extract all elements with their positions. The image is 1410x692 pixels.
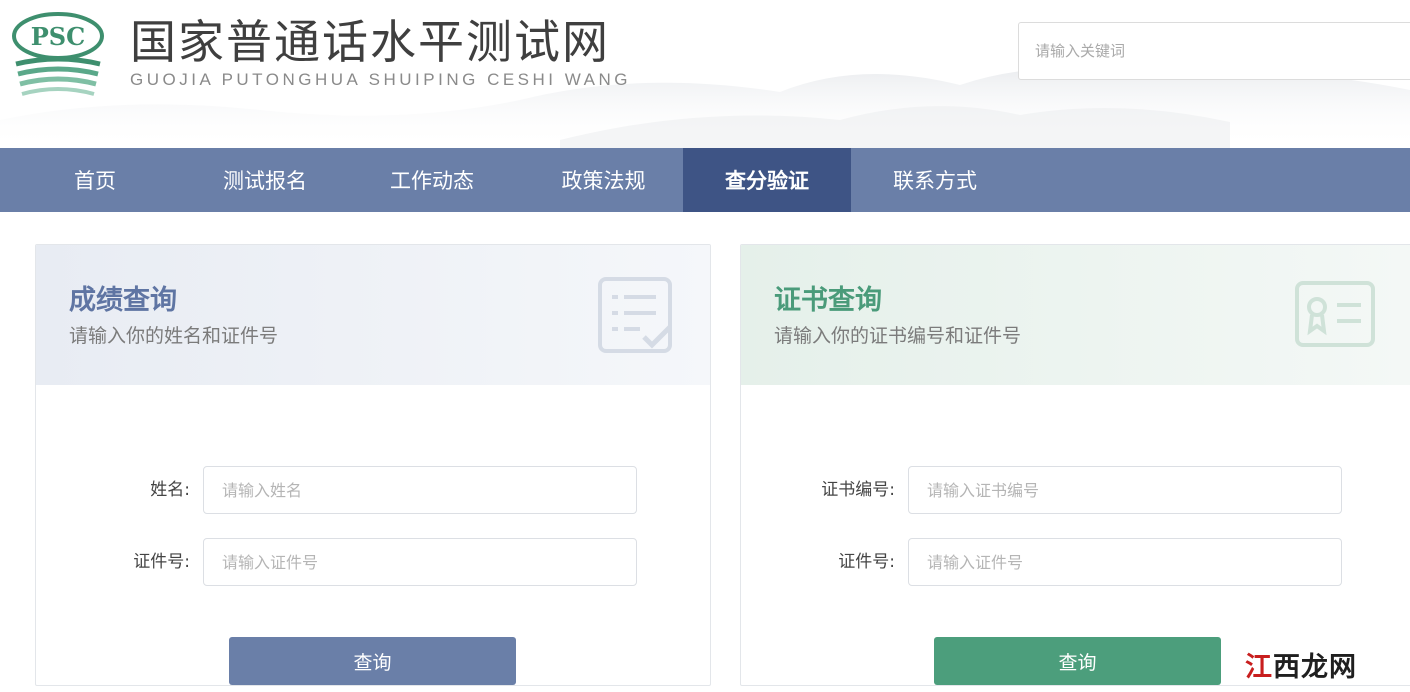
certificate-query-title: 证书查询 xyxy=(774,285,882,316)
nav-item-home[interactable]: 首页 xyxy=(0,148,190,212)
search-input[interactable] xyxy=(1018,22,1410,80)
certificate-query-button[interactable]: 查询 xyxy=(934,637,1221,685)
certificate-query-panel: 证书查询 请输入你的证书编号和证件号 证书编号: 证件号: 查询 xyxy=(740,244,1410,686)
nav-item-contact[interactable]: 联系方式 xyxy=(851,148,1019,212)
certificate-id-input[interactable] xyxy=(908,538,1342,586)
certificate-number-input[interactable] xyxy=(908,466,1342,514)
name-input[interactable] xyxy=(203,466,637,514)
main-nav: 首页 测试报名 工作动态 政策法规 查分验证 联系方式 xyxy=(0,148,1410,212)
score-query-button[interactable]: 查询 xyxy=(229,637,516,685)
score-query-description: 请输入你的姓名和证件号 xyxy=(69,325,279,347)
name-label: 姓名: xyxy=(150,480,190,500)
site-header: PSC 国家普通话水平测试网 GUOJIA PUTONGHUA SHUIPING… xyxy=(0,0,1410,148)
certificate-query-description: 请输入你的证书编号和证件号 xyxy=(774,325,1022,347)
site-subtitle: GUOJIA PUTONGHUA SHUIPING CESHI WANG xyxy=(130,70,631,89)
nav-item-registration[interactable]: 测试报名 xyxy=(190,148,340,212)
svg-text:PSC: PSC xyxy=(31,22,85,51)
score-id-label: 证件号: xyxy=(133,552,190,572)
watermark-text: 江西龙网 xyxy=(1245,651,1357,683)
score-id-input[interactable] xyxy=(203,538,637,586)
site-title: 国家普通话水平测试网 xyxy=(130,15,610,69)
score-query-panel: 成绩查询 请输入你的姓名和证件号 姓名: 证件号: 查询 xyxy=(35,244,711,686)
nav-item-score-verify[interactable]: 查分验证 xyxy=(683,148,851,212)
certificate-query-header: 证书查询 请输入你的证书编号和证件号 xyxy=(741,245,1410,385)
certificate-number-label: 证书编号: xyxy=(821,480,895,500)
score-query-title: 成绩查询 xyxy=(69,285,177,316)
certificate-id-label: 证件号: xyxy=(838,552,895,572)
psc-logo: PSC xyxy=(12,12,104,96)
score-query-header: 成绩查询 请输入你的姓名和证件号 xyxy=(36,245,710,385)
watermark: 江西龙网 xyxy=(1245,645,1375,683)
checklist-icon xyxy=(598,277,672,353)
nav-item-news[interactable]: 工作动态 xyxy=(340,148,524,212)
certificate-icon xyxy=(1295,281,1375,347)
nav-item-policy[interactable]: 政策法规 xyxy=(524,148,683,212)
